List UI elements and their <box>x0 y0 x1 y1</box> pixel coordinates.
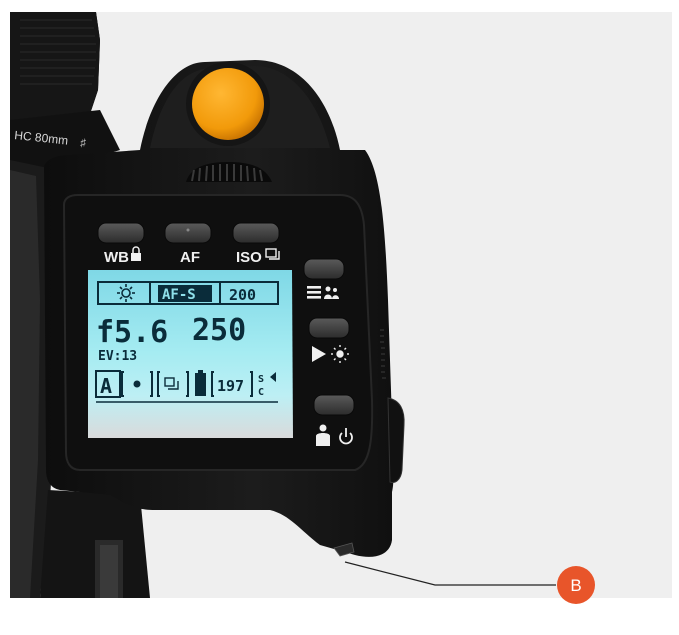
shutter-button[interactable] <box>192 68 264 140</box>
iso-button[interactable] <box>232 222 280 244</box>
user-power-button[interactable] <box>313 394 355 416</box>
af-button[interactable] <box>164 222 212 244</box>
lcd-iso-value: 200 <box>229 286 256 304</box>
lcd-corner-bottom: C <box>258 387 264 398</box>
iso-label: ISO <box>236 249 262 266</box>
menu-button[interactable] <box>303 258 345 280</box>
wb-label: WB <box>104 249 129 266</box>
lcd-screen: AF-S 200 f5.6 250 EV:13 A 197 S C <box>88 270 293 438</box>
play-button[interactable] <box>308 317 350 339</box>
menu-icon <box>307 286 321 299</box>
lcd-af-mode: AF-S <box>162 287 196 303</box>
camera-illustration: HC 80mm ♯ WB AF ISO AF-S 200 f5.6 250 EV… <box>0 0 679 630</box>
callout-label: B <box>570 576 581 595</box>
strap-lug <box>387 397 405 483</box>
wb-button[interactable] <box>97 222 145 244</box>
lcd-ev: EV:13 <box>98 349 137 364</box>
lcd-shots-remaining: 197 <box>217 377 244 395</box>
lcd-corner-top: S <box>258 374 264 385</box>
lcd-shutter: 250 <box>192 313 246 348</box>
af-label: AF <box>180 249 200 266</box>
lcd-aperture: f5.6 <box>96 315 168 350</box>
lcd-mode: A <box>100 374 112 398</box>
